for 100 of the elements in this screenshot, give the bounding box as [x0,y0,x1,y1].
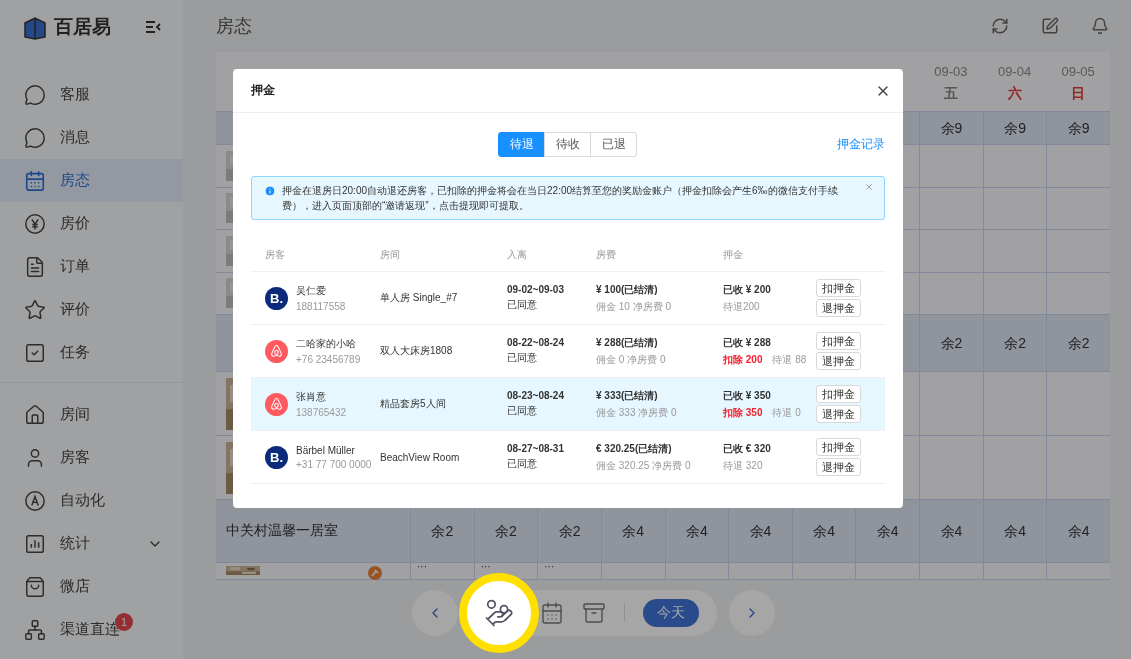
deposit-action-button[interactable]: 退押金 [816,352,861,370]
fee-detail: 佣金 0 净房费 0 [596,352,667,367]
page-title: 房态 [216,15,253,38]
more-dots: ··· [544,563,555,571]
calendar-icon[interactable] [540,601,564,625]
availability-cell: 余2 [1067,336,1090,350]
sidebar-item[interactable]: 订单 [0,245,183,288]
room-name: 中关村温馨一居室 [226,522,338,540]
stay-dates: 08-27~08-31 [507,443,565,454]
guest-name: 吴仁爱 [296,284,327,298]
filter-tab[interactable]: 待退 [498,132,545,157]
availability-cell: 余4 [813,524,836,538]
availability-cell: 余9 [1004,121,1026,135]
bag-icon [24,575,46,598]
sidebar-item[interactable]: 客服 [0,73,183,116]
sidebar-item[interactable]: 任务 [0,331,183,374]
sidebar-item[interactable]: 微店 [0,565,183,608]
guest-phone: +76 23456789 [296,354,361,365]
room-fee: ¥ 100(已结清) [596,282,659,297]
hand-coins-icon [484,598,514,628]
room-name: 双人大床房1808 [380,344,454,358]
sidebar-item[interactable]: 房客 [0,436,183,479]
deposit-action-button[interactable]: 退押金 [816,458,861,476]
availability-cell: 余4 [622,524,645,538]
availability-cell: 余4 [1004,524,1026,538]
deposit-records-link[interactable]: 押金记录 [837,136,885,153]
automation-icon [24,489,46,512]
stay-dates: 09-02~09-03 [507,284,565,295]
filter-tab[interactable]: 待收 [544,132,591,157]
bell-icon[interactable] [1091,17,1109,35]
deposit-action-button[interactable]: 扣押金 [816,385,861,403]
sidebar-item[interactable]: 自动化 [0,479,183,522]
fee-detail: 佣金 320.25 净房费 0 [596,458,692,473]
availability-cell: 余4 [876,524,899,538]
guest-phone: 138765432 [296,407,347,418]
availability-cell: 余2 [1004,336,1026,350]
refresh-icon[interactable] [991,17,1009,35]
archive-icon[interactable] [582,601,606,625]
room-name: 单人房 Single_#7 [380,291,459,305]
sidebar-item[interactable]: 消息 [0,116,183,159]
collapse-menu-icon[interactable] [145,19,161,34]
stay-dates: 08-23~08-24 [507,390,565,401]
availability-cell: 余4 [1067,524,1090,538]
order-status: 已同意 [507,298,538,312]
availability-cell: 余4 [940,524,963,538]
sidebar-item[interactable]: 统计 [0,522,183,565]
deposit-action-button[interactable]: 扣押金 [816,279,861,297]
date-label: 09-04 [997,64,1032,79]
guest-name: 二哈家的小哈 [296,337,357,351]
deposit-deducted: 扣除 350 [723,405,763,420]
availability-cell: 余2 [558,524,581,538]
notice-text: 押金在退房日20:00自动退还房客，已扣除的押金将会在当日22:00结算至您的奖励金账户（押金扣除会产生6‰的微信支付手续费），进入页面顶部的“邀请返现”，点击提现即可提取。 [282,184,839,213]
weekday-label: 日 [1071,85,1086,103]
fee-detail: 佣金 10 净房费 0 [596,299,673,314]
column-header: 入离 [507,247,528,262]
deposit-action-button[interactable]: 退押金 [816,405,861,423]
availability-cell: 余2 [940,336,963,350]
availability-cell: 余2 [431,524,454,538]
info-icon [264,185,276,197]
weekday-label: 五 [943,85,958,103]
stay-dates: 08-22~08-24 [507,337,565,348]
deposit-received: 已收 ¥ 288 [723,335,772,350]
app-logo: 百居易 [54,14,112,39]
deposit-received: 已收 ¥ 350 [723,388,772,403]
document-icon [24,255,46,278]
column-header: 房费 [596,247,617,262]
room-name: 精品套房5人间 [380,397,447,411]
guest-name: 张肖意 [296,390,327,404]
room-fee: € 320.25(已结清) [596,441,673,456]
today-button[interactable]: 今天 [643,599,699,627]
deposit-action-button[interactable]: 退押金 [816,299,861,317]
booking-logo: B. [265,286,288,310]
chart-icon [24,532,46,555]
deposit-deducted: 扣除 200 [723,352,763,367]
deposit-pending: 待退 320 [723,458,763,473]
house-icon [24,403,46,426]
chat-icon [24,126,46,149]
order-status: 已同意 [507,351,538,365]
dialog-title: 押金 [251,82,275,99]
filter-tab[interactable]: 已退 [590,132,637,157]
availability-cell: 余9 [940,121,963,135]
edit-icon[interactable] [1041,17,1059,35]
sidebar-item[interactable]: 房间 [0,393,183,436]
calendar-icon [24,169,46,192]
sidebar-item[interactable]: 房态 [0,159,183,202]
deposit-action-button[interactable]: 扣押金 [816,438,861,456]
column-header: 押金 [723,247,744,262]
yen-icon [24,212,46,235]
guest-name: Bärbel Müller [296,444,356,456]
table-row[interactable]: 张肖意 138765432 精品套房5人间 08-23~08-24 已同意 ¥ 333(已结清) 佣金 333 净房费 0 已收 ¥ 350 扣除 350 待退 0 扣押金 退押金 [251,378,885,431]
airbnb-logo-icon [265,339,288,363]
more-dots: ··· [480,563,491,571]
sidebar-item[interactable]: 评价 [0,288,183,331]
availability-cell: 余9 [1067,121,1090,135]
deposit-pending: 待退200 [723,299,760,314]
airbnb-logo-icon [265,392,288,416]
guest-phone: 188117558 [296,301,346,312]
order-status: 已同意 [507,404,538,418]
deposit-action-button[interactable]: 扣押金 [816,332,861,350]
sidebar-item[interactable]: 房价 [0,202,183,245]
